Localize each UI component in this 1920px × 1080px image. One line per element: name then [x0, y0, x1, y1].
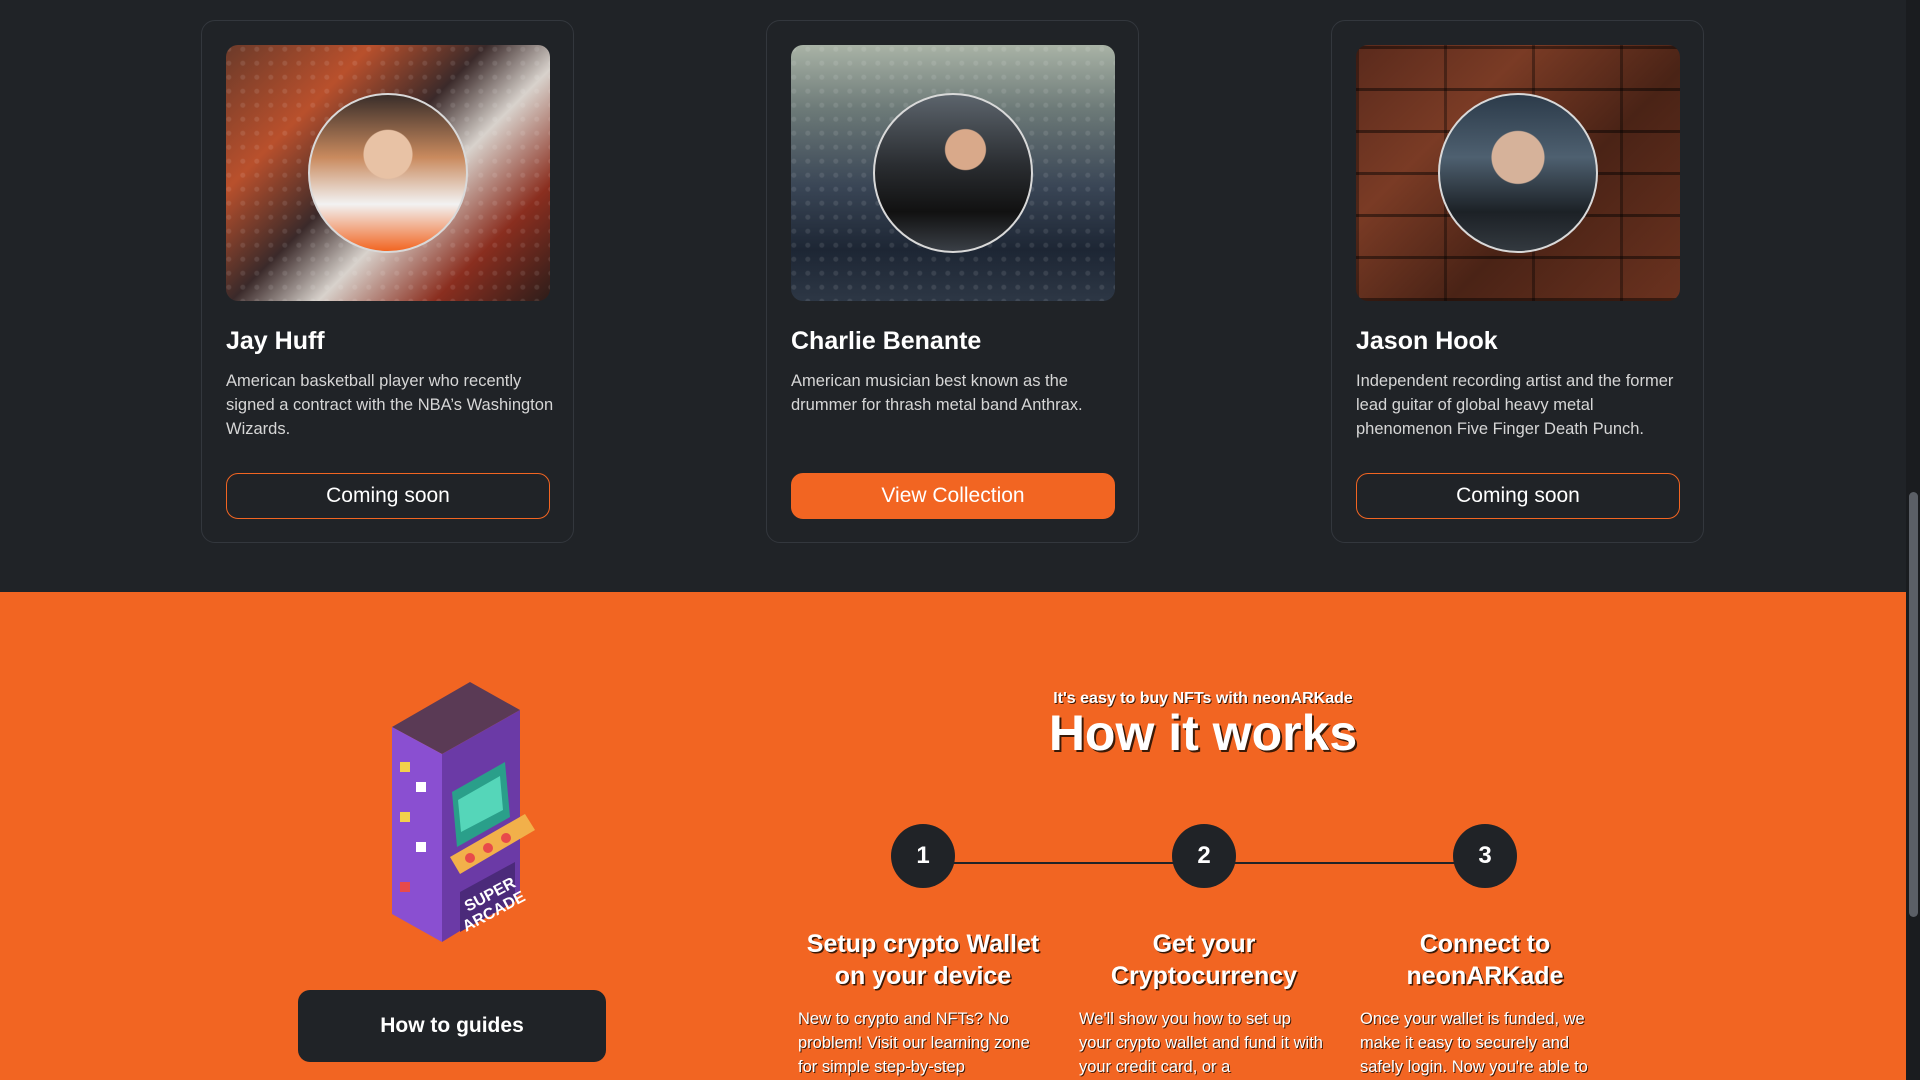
artist-portrait [873, 93, 1033, 253]
step-2-badge: 2 [1172, 824, 1236, 888]
artist-card-charlie-benante: Charlie Benante American musician best k… [766, 20, 1139, 543]
how-it-works-section: SUPER ARCADE How to guides It's easy to … [0, 592, 1906, 1080]
coming-soon-button[interactable]: Coming soon [226, 473, 550, 519]
scrollbar-thumb[interactable] [1909, 492, 1918, 917]
artist-name: Jay Huff [226, 327, 325, 355]
view-collection-button[interactable]: View Collection [791, 473, 1115, 519]
artist-description: American basketball player who recently … [226, 372, 554, 438]
arcade-cabinet-illustration: SUPER ARCADE [392, 682, 535, 942]
coming-soon-button[interactable]: Coming soon [1356, 473, 1680, 519]
artist-portrait [1438, 93, 1598, 253]
step-3-title: Connect to neonARKade [1406, 930, 1564, 990]
artist-description: Independent recording artist and the for… [1356, 372, 1674, 438]
step-1-title: Setup crypto Wallet on your device [806, 930, 1040, 990]
step-1-text: New to crypto and NFTs? No problem! Visi… [798, 1010, 1030, 1076]
step-3-badge: 3 [1453, 824, 1517, 888]
artist-banner-image [1356, 45, 1680, 301]
step-3-text: Once your wallet is funded, we make it e… [1360, 1010, 1588, 1076]
artist-card-jason-hook: Jason Hook Independent recording artist … [1331, 20, 1704, 543]
how-to-guides-button[interactable]: How to guides [298, 990, 606, 1062]
section-title: How it works [1048, 705, 1358, 761]
page-scrollbar[interactable] [1906, 0, 1920, 1080]
artist-name: Charlie Benante [791, 327, 982, 355]
artist-banner-image [791, 45, 1115, 301]
step-2-title: Get your Cryptocurrency [1110, 930, 1298, 990]
artist-description: American musician best known as the drum… [791, 372, 1083, 414]
artist-banner-image [226, 45, 550, 301]
artist-name: Jason Hook [1356, 327, 1498, 355]
artist-cards-section: Jay Huff American basketball player who … [0, 0, 1906, 592]
artist-card-jay-huff: Jay Huff American basketball player who … [201, 20, 574, 543]
step-2-text: We'll show you how to set up your crypto… [1079, 1010, 1323, 1076]
step-1-badge: 1 [891, 824, 955, 888]
artist-portrait [308, 93, 468, 253]
